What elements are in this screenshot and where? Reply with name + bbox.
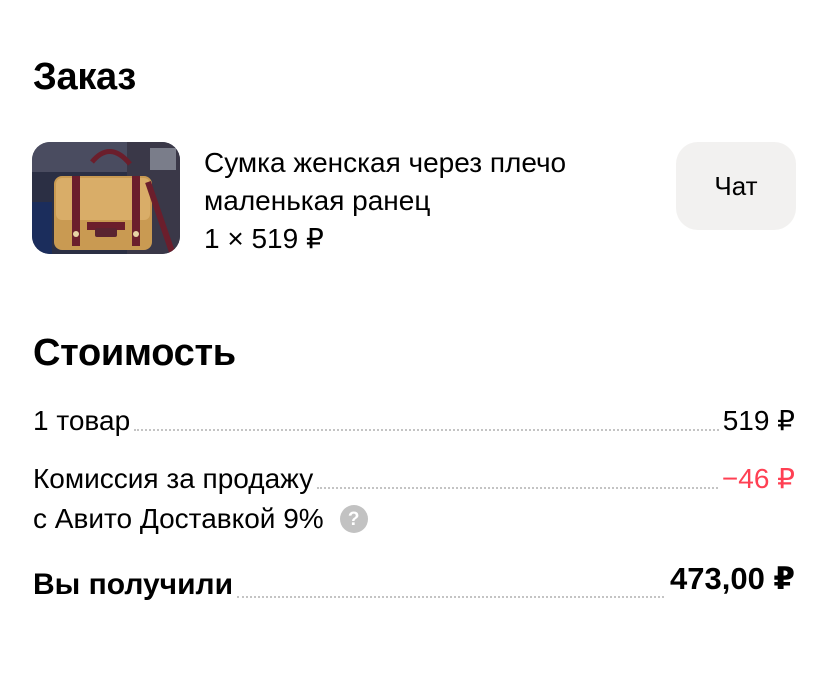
item-quantity-price: 1 × 519 ₽ <box>204 223 324 254</box>
total-label: Вы получили <box>33 568 234 601</box>
cost-title: Стоимость <box>33 332 236 374</box>
total-value: 473,00 ₽ <box>670 561 795 596</box>
goods-value: 519 ₽ <box>722 405 795 436</box>
commission-label: Комиссия за продажу <box>33 463 314 494</box>
order-item-info[interactable]: Сумка женская через плечо маленькая ране… <box>204 144 644 258</box>
question-circle-icon[interactable]: ? <box>339 505 368 533</box>
cost-row-commission: Комиссия за продажу −46 ₽ <box>33 462 795 496</box>
cost-row-goods: 1 товар 519 ₽ <box>33 404 795 438</box>
commission-label-line2: с Авито Доставкой 9% <box>33 503 324 534</box>
chat-button[interactable]: Чат <box>676 142 796 230</box>
cost-row-total: Вы получили 473,00 ₽ <box>33 562 795 602</box>
item-name-line2: маленькая ранец <box>204 185 431 216</box>
bag-image <box>32 142 180 254</box>
item-name-line1: Сумка женская через плечо <box>204 147 567 178</box>
commission-subline: с Авито Доставкой 9% ? <box>33 502 368 536</box>
product-thumbnail[interactable] <box>32 142 180 254</box>
dotted-leader <box>317 487 718 489</box>
dotted-leader <box>134 429 719 431</box>
dotted-leader <box>237 596 664 598</box>
goods-label: 1 товар <box>33 405 131 436</box>
order-title: Заказ <box>33 56 136 98</box>
commission-value: −46 ₽ <box>721 463 795 494</box>
